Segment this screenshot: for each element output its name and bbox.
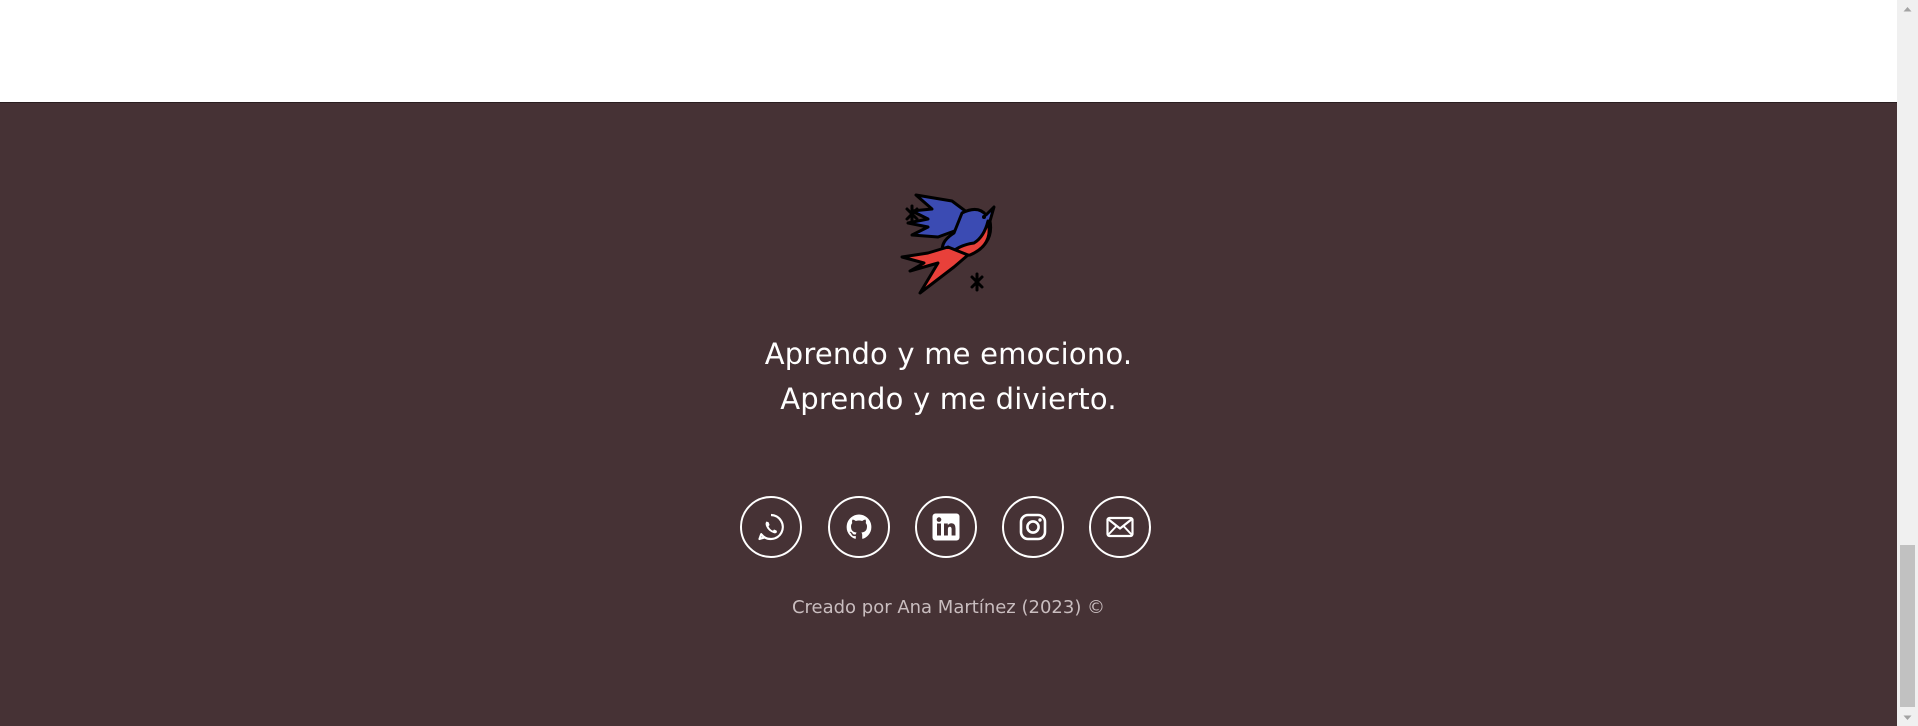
email-icon [1104,511,1136,543]
github-link[interactable] [828,496,890,558]
footer-credits: Creado por Ana Martínez (2023) © [791,597,1106,618]
instagram-icon [1017,511,1049,543]
tagline-line-2: Aprendo y me divierto. [780,382,1117,416]
whatsapp-icon [755,511,787,543]
scroll-up-arrow-icon[interactable] [1897,0,1918,17]
tagline-line-1: Aprendo y me emociono. [764,337,1133,371]
linkedin-icon [930,511,962,543]
scrollbar-thumb[interactable] [1900,545,1915,707]
swallow-bird-icon [898,191,1002,299]
page-content-area [0,0,1897,102]
scroll-down-arrow-icon[interactable] [1897,709,1918,726]
github-icon [843,511,875,543]
social-links [740,496,1155,558]
linkedin-link[interactable] [915,496,977,558]
email-link[interactable] [1089,496,1151,558]
site-footer: Aprendo y me emociono. Aprendo y me divi… [0,102,1897,726]
vertical-scrollbar[interactable] [1897,0,1918,726]
whatsapp-link[interactable] [740,496,802,558]
instagram-link[interactable] [1002,496,1064,558]
